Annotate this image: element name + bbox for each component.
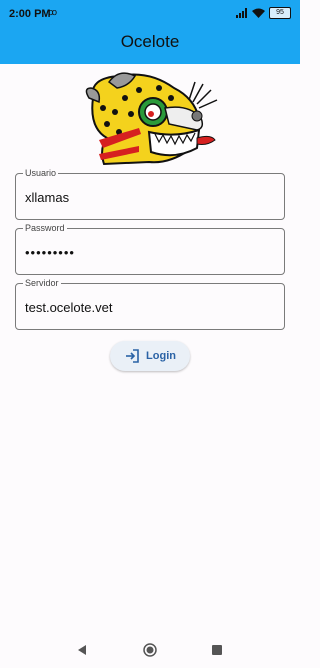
login-button[interactable]: Login — [110, 341, 190, 371]
username-value[interactable]: xllamas — [25, 190, 69, 205]
jaguar-logo — [85, 72, 218, 166]
app-header: 2:00 PM ꝏ 95 Ocelote — [0, 0, 300, 64]
recents-icon[interactable] — [212, 645, 222, 655]
voicemail-icon: ꝏ — [48, 7, 58, 17]
status-time: 2:00 PM — [9, 8, 51, 20]
password-label: Password — [23, 222, 67, 234]
server-field[interactable]: Servidor test.ocelote.vet — [15, 277, 285, 330]
status-bar: 2:00 PM ꝏ 95 — [0, 0, 300, 26]
system-nav-bar — [0, 638, 300, 668]
login-icon — [126, 349, 139, 363]
username-field[interactable]: Usuario xllamas — [15, 167, 285, 220]
app-title: Ocelote — [120, 32, 180, 51]
back-icon[interactable] — [76, 644, 88, 656]
login-label: Login — [146, 350, 176, 362]
server-label: Servidor — [23, 277, 61, 289]
battery-icon: 95 — [269, 7, 291, 19]
signal-icon — [236, 8, 247, 18]
server-value[interactable]: test.ocelote.vet — [25, 300, 112, 315]
username-label: Usuario — [23, 167, 59, 179]
password-field[interactable]: Password ••••••••• — [15, 222, 285, 275]
status-icons: 95 — [236, 7, 291, 19]
password-value[interactable]: ••••••••• — [25, 245, 75, 260]
wifi-icon — [252, 8, 265, 18]
home-icon[interactable] — [143, 643, 157, 657]
